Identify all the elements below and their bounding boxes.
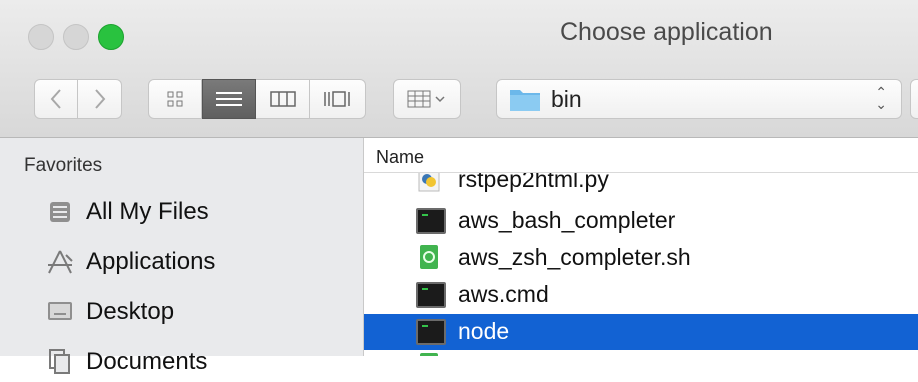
partial-toolbar-button[interactable]	[910, 79, 918, 119]
sidebar-item-all-my-files[interactable]: All My Files	[44, 192, 209, 232]
arrange-button[interactable]	[393, 79, 461, 119]
file-row[interactable]: aws_bash_completer	[364, 203, 918, 239]
cover-flow-button[interactable]	[310, 79, 366, 119]
cover-flow-icon	[323, 91, 350, 107]
terminal-icon	[416, 208, 446, 234]
file-row[interactable]	[364, 351, 918, 356]
close-window-button[interactable]	[28, 24, 54, 50]
applications-icon	[44, 246, 76, 278]
file-list: rstpep2html.py Name aws_bash_completer a…	[364, 138, 918, 356]
sidebar-item-label: Applications	[86, 248, 216, 275]
file-row[interactable]: aws_zsh_completer.sh	[364, 240, 918, 276]
sidebar-item-applications[interactable]: Applications	[44, 242, 215, 282]
documents-icon	[44, 346, 76, 378]
terminal-icon	[416, 282, 446, 308]
icon-view-button[interactable]	[148, 79, 202, 119]
file-row-selected[interactable]: node	[364, 314, 918, 350]
path-label: bin	[551, 85, 582, 112]
file-name: node	[458, 318, 510, 344]
desktop-icon	[44, 296, 76, 328]
terminal-icon	[416, 319, 446, 345]
list-view-button[interactable]	[202, 79, 256, 119]
chevron-left-icon	[50, 89, 61, 109]
window-toolbar: Choose application bin ⌃ ⌄	[0, 0, 918, 138]
column-view-icon	[269, 91, 296, 107]
file-name: aws.cmd	[458, 281, 549, 307]
path-popup[interactable]: bin ⌃ ⌄	[496, 79, 902, 119]
list-view-icon	[216, 92, 242, 106]
file-row[interactable]: aws.cmd	[364, 277, 918, 313]
up-down-chevron-icon: ⌃ ⌄	[875, 84, 887, 112]
grid-view-icon	[167, 91, 183, 107]
name-column-header[interactable]: Name	[364, 138, 918, 173]
file-name: aws_zsh_completer.sh	[458, 244, 691, 270]
sidebar-item-label: Documents	[86, 348, 208, 375]
sidebar: Favorites All My Files Applications Desk…	[0, 138, 364, 375]
sidebar-item-label: Desktop	[86, 298, 175, 325]
sidebar-item-desktop[interactable]: Desktop	[44, 292, 174, 332]
arrange-icon	[407, 90, 445, 108]
shell-script-icon	[416, 245, 446, 271]
window-title: Choose application	[560, 18, 773, 46]
column-header-label: Name	[376, 147, 425, 167]
sidebar-item-label: All My Files	[86, 198, 209, 225]
minimize-window-button[interactable]	[63, 24, 89, 50]
back-button[interactable]	[34, 79, 78, 119]
file-name: aws_bash_completer	[458, 207, 676, 233]
zoom-window-button[interactable]	[98, 24, 124, 50]
chevron-right-icon	[94, 89, 105, 109]
all-files-icon	[44, 196, 76, 228]
column-view-button[interactable]	[256, 79, 310, 119]
folder-icon	[510, 90, 540, 111]
sidebar-item-documents[interactable]: Documents	[44, 342, 207, 382]
forward-button[interactable]	[78, 79, 122, 119]
sidebar-heading: Favorites	[24, 155, 103, 176]
